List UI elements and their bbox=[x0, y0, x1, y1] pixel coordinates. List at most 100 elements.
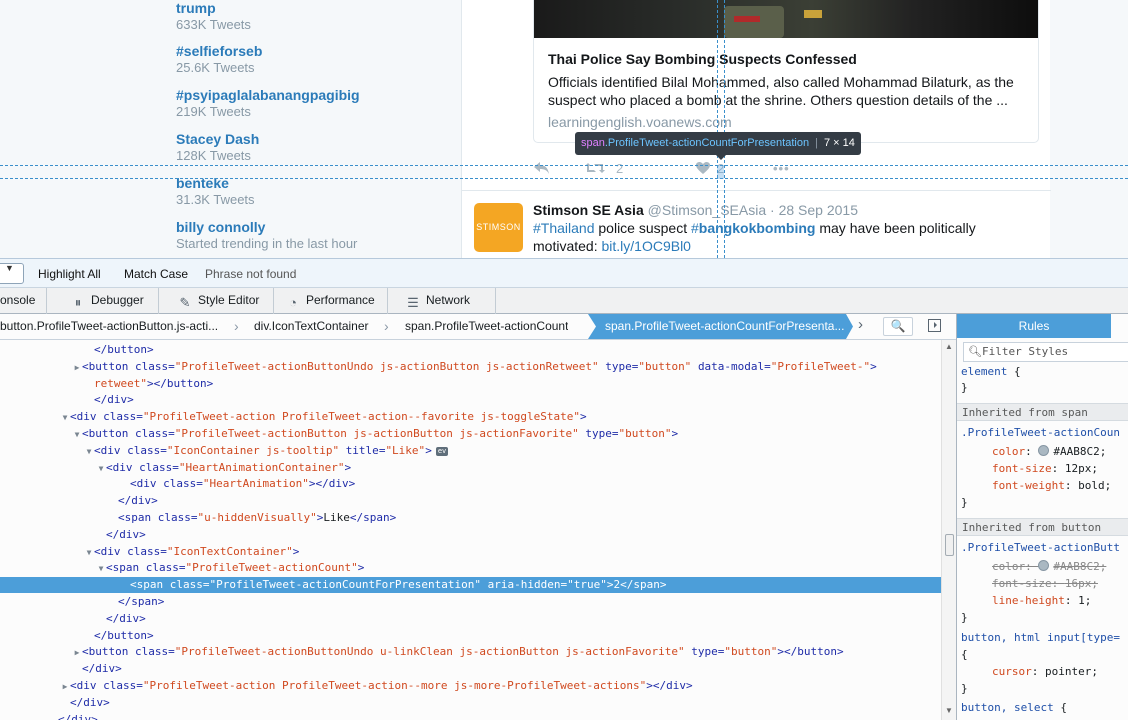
color-swatch[interactable] bbox=[1038, 445, 1050, 456]
markup-node[interactable]: ▼ <div class="ProfileTweet-action Profile… bbox=[0, 409, 941, 425]
markup-node[interactable]: </div> bbox=[0, 611, 941, 627]
markup-node[interactable]: ▼ <div class="IconContainer js-tooltip" t… bbox=[0, 443, 941, 459]
tweet-author-name[interactable]: Stimson SE Asia bbox=[533, 202, 644, 218]
trend-name[interactable]: trump bbox=[176, 0, 251, 17]
retweet-count: 2 bbox=[616, 161, 624, 176]
rule-open: { bbox=[961, 648, 968, 661]
markup-node[interactable]: </div> bbox=[0, 493, 941, 509]
markup-node[interactable]: </span> bbox=[0, 594, 941, 610]
breadcrumb-item[interactable]: span.ProfileTweet-actionCount bbox=[405, 314, 568, 339]
twisty-icon[interactable]: ▶ bbox=[72, 360, 82, 376]
search-icon[interactable]: 🔍 bbox=[883, 317, 913, 336]
scroll-down-icon[interactable]: ▼ bbox=[945, 706, 953, 715]
highlight-all-button[interactable]: Highlight All bbox=[38, 267, 101, 281]
css-property-overridden[interactable]: font-size: 16px; bbox=[992, 575, 1098, 592]
markup-node[interactable]: ▼ <div class="HeartAnimationContainer"> bbox=[0, 460, 941, 476]
markup-node[interactable]: </div> bbox=[0, 712, 941, 720]
trend-name[interactable]: Stacey Dash bbox=[176, 131, 259, 148]
breadcrumb: button.ProfileTweet-actionButton.js-acti… bbox=[0, 314, 956, 340]
toggle-sidebar-icon[interactable] bbox=[928, 319, 941, 332]
twisty-icon[interactable]: ▶ bbox=[60, 679, 70, 695]
markup-node[interactable]: ▼ <span class="ProfileTweet-actionCount"> bbox=[0, 560, 941, 576]
rule-selector[interactable]: .ProfileTweet-actionButt bbox=[961, 539, 1120, 556]
breadcrumb-item[interactable]: button.ProfileTweet-actionButton.js-acti… bbox=[0, 314, 222, 339]
trend-item[interactable]: trump 633K Tweets bbox=[176, 0, 251, 33]
card-title[interactable]: Thai Police Say Bombing Suspects Confess… bbox=[548, 51, 857, 67]
scroll-up-icon[interactable]: ▲ bbox=[945, 342, 953, 351]
tweet-text-part: police suspect bbox=[594, 220, 691, 236]
markup-node[interactable]: </div> bbox=[0, 392, 941, 408]
link-card[interactable]: Thai Police Say Bombing Suspects Confess… bbox=[533, 0, 1039, 143]
markup-node[interactable]: </button> bbox=[0, 342, 941, 358]
chevron-right-icon[interactable]: › bbox=[858, 316, 863, 333]
chevron-right-icon: › bbox=[234, 318, 239, 334]
rule-selector[interactable]: .ProfileTweet-actionCoun bbox=[961, 424, 1120, 441]
heart-icon[interactable] bbox=[695, 161, 711, 178]
tweet-date[interactable]: · 28 Sep 2015 bbox=[770, 202, 858, 218]
event-badge[interactable]: ev bbox=[435, 446, 449, 456]
css-property[interactable]: color: #AAB8C2; bbox=[992, 443, 1106, 460]
card-image[interactable] bbox=[534, 0, 1038, 38]
retweet-icon[interactable] bbox=[584, 161, 606, 178]
markup-node[interactable]: </div> bbox=[0, 661, 941, 677]
markup-node[interactable]: retweet"></button> bbox=[0, 376, 941, 392]
tab-performance[interactable]: ◔ Performance bbox=[278, 288, 388, 314]
tab-rules[interactable]: Rules bbox=[957, 314, 1111, 338]
tab-console[interactable]: onsole bbox=[0, 288, 47, 314]
markup-node-selected[interactable]: <span class="ProfileTweet-actionCountFor… bbox=[0, 577, 941, 594]
markup-node[interactable]: ▶ <button class="ProfileTweet-actionButto… bbox=[0, 359, 941, 375]
twisty-icon[interactable]: ▼ bbox=[84, 545, 94, 561]
tweet-author-handle[interactable]: @Stimson_SEAsia bbox=[648, 202, 766, 218]
rule-selector[interactable]: button, select { bbox=[961, 699, 1067, 716]
filter-styles-input[interactable]: 🔍︎Filter Styles bbox=[963, 342, 1128, 362]
trend-name[interactable]: #psyipaglalabanangpagibig bbox=[176, 87, 360, 104]
breadcrumb-item-selected[interactable]: span.ProfileTweet-actionCountForPresenta… bbox=[588, 314, 853, 339]
timeline-column: Thai Police Say Bombing Suspects Confess… bbox=[461, 0, 1051, 258]
css-property[interactable]: font-weight: bold; bbox=[992, 477, 1111, 494]
scrollbar-thumb[interactable] bbox=[945, 534, 954, 556]
tab-style-editor[interactable]: ✎ Style Editor bbox=[170, 288, 274, 314]
markup-node[interactable]: <span class="u-hiddenVisually">Like</spa… bbox=[0, 510, 941, 526]
css-property[interactable]: cursor: pointer; bbox=[992, 663, 1098, 680]
twisty-icon[interactable]: ▼ bbox=[96, 561, 106, 577]
scrollbar[interactable]: ▲ ▼ bbox=[941, 340, 956, 720]
css-property[interactable]: font-size: 12px; bbox=[992, 460, 1098, 477]
trend-name[interactable]: #selfieforseb bbox=[176, 43, 262, 60]
markup-node[interactable]: ▶ <button class="ProfileTweet-actionButto… bbox=[0, 644, 941, 660]
trend-item[interactable]: billy connolly Started trending in the l… bbox=[176, 219, 357, 252]
match-case-button[interactable]: Match Case bbox=[124, 267, 188, 281]
tweet-link[interactable]: bit.ly/1OC9Bl0 bbox=[601, 238, 690, 254]
css-property-overridden[interactable]: color: #AAB8C2; bbox=[992, 558, 1106, 575]
twisty-icon[interactable]: ▼ bbox=[72, 427, 82, 443]
markup-node[interactable]: </div> bbox=[0, 527, 941, 543]
markup-node[interactable]: ▼ <div class="IconTextContainer"> bbox=[0, 544, 941, 560]
trend-item[interactable]: benteke 31.3K Tweets bbox=[176, 175, 255, 208]
reply-icon[interactable] bbox=[533, 161, 551, 178]
chevron-down-icon[interactable]: ▼ bbox=[5, 263, 14, 273]
twisty-icon[interactable]: ▶ bbox=[72, 645, 82, 661]
rule-close: } bbox=[961, 611, 968, 624]
hashtag-link[interactable]: #bangkokbombing bbox=[691, 220, 815, 236]
trend-item[interactable]: #selfieforseb 25.6K Tweets bbox=[176, 43, 262, 76]
tab-network[interactable]: ☰ Network bbox=[398, 288, 496, 314]
markup-node[interactable]: </div> bbox=[0, 695, 941, 711]
breadcrumb-item[interactable]: div.IconTextContainer bbox=[254, 314, 369, 339]
twisty-icon[interactable]: ▼ bbox=[96, 461, 106, 477]
trend-item[interactable]: #psyipaglalabanangpagibig 219K Tweets bbox=[176, 87, 360, 120]
hashtag-link[interactable]: #Thailand bbox=[533, 220, 595, 236]
rule-selector[interactable]: button, html input[type= bbox=[961, 629, 1120, 646]
tab-debugger[interactable]: ⏸ Debugger bbox=[63, 288, 159, 314]
markup-node[interactable]: <div class="HeartAnimation"></div> bbox=[0, 476, 941, 492]
trend-item[interactable]: Stacey Dash 128K Tweets bbox=[176, 131, 259, 164]
twisty-icon[interactable]: ▼ bbox=[60, 410, 70, 426]
color-swatch[interactable] bbox=[1038, 560, 1050, 571]
markup-node[interactable]: ▶ <div class="ProfileTweet-action Profile… bbox=[0, 678, 941, 694]
markup-node[interactable]: </button> bbox=[0, 628, 941, 644]
card-description: Officials identified Bilal Mohammed, als… bbox=[548, 74, 1014, 108]
trend-name[interactable]: billy connolly bbox=[176, 219, 357, 236]
markup-node[interactable]: ▼ <button class="ProfileTweet-actionButto… bbox=[0, 426, 941, 442]
twisty-icon[interactable]: ▼ bbox=[84, 444, 94, 460]
css-property[interactable]: line-height: 1; bbox=[992, 592, 1091, 609]
more-icon[interactable]: ••• bbox=[773, 161, 790, 176]
avatar[interactable]: STIMSON bbox=[474, 203, 523, 252]
